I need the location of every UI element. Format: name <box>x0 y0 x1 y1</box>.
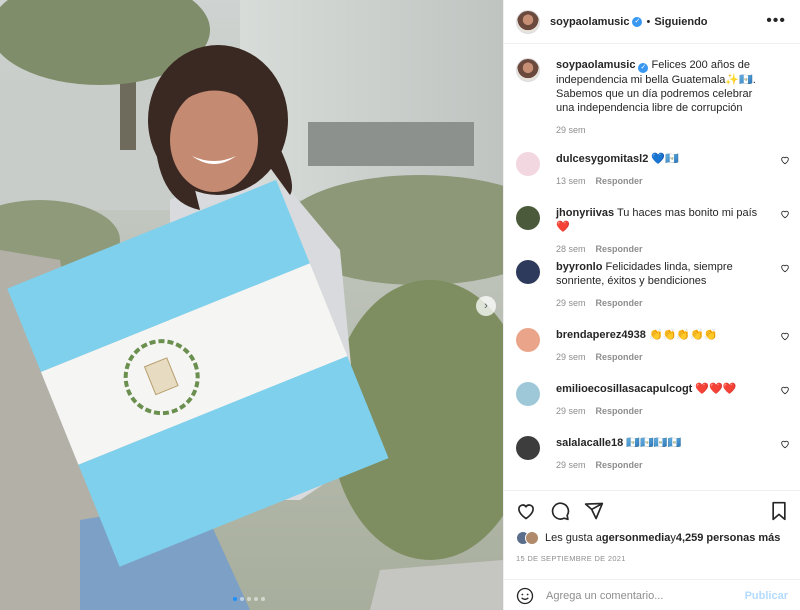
comment-time[interactable]: 29 sem <box>556 460 586 470</box>
comment-username[interactable]: byyronlo <box>556 261 602 273</box>
comment-time[interactable]: 29 sem <box>556 406 586 416</box>
comment-username[interactable]: brendaperez4938 <box>556 329 646 341</box>
comment-item: dulcesygomitasl2 💙🇬🇹 13 sem Responder <box>516 152 790 186</box>
comment-time[interactable]: 29 sem <box>556 298 586 308</box>
carousel-indicator <box>233 597 265 601</box>
caption-time[interactable]: 29 sem <box>556 125 586 135</box>
like-comment-heart-icon[interactable] <box>780 385 790 395</box>
carousel-dot <box>247 597 251 601</box>
comment-username[interactable]: salalacalle18 <box>556 437 623 449</box>
reply-button[interactable]: Responder <box>596 244 643 254</box>
reply-button[interactable]: Responder <box>596 176 643 186</box>
comment-username[interactable]: emilioecosillasacapulcogt <box>556 383 692 395</box>
like-comment-heart-icon[interactable] <box>780 331 790 341</box>
likes-prefix: Les gusta a <box>545 532 602 544</box>
like-comment-heart-icon[interactable] <box>780 263 790 273</box>
avatar[interactable] <box>516 9 540 34</box>
publish-button[interactable]: Publicar <box>745 590 788 602</box>
carousel-dot <box>233 597 237 601</box>
like-comment-heart-icon[interactable] <box>780 439 790 449</box>
comment-text: 🇬🇹🇬🇹🇬🇹🇬🇹 <box>626 437 682 449</box>
avatar[interactable] <box>516 436 540 460</box>
comment-time[interactable]: 13 sem <box>556 176 586 186</box>
avatar[interactable] <box>516 260 540 284</box>
comment-item: byyronlo Felicidades linda, siempre sonr… <box>516 260 790 308</box>
comment-item: salalacalle18 🇬🇹🇬🇹🇬🇹🇬🇹 29 sem Responder <box>516 436 790 470</box>
post-actions: Les gusta a gersonmedia y 4,259 personas… <box>504 490 800 610</box>
comment-username[interactable]: dulcesygomitasl2 <box>556 153 648 165</box>
separator-dot: • <box>646 15 651 28</box>
comment-time[interactable]: 29 sem <box>556 352 586 362</box>
comment-item: emilioecosillasacapulcogt ❤️❤️❤️ 29 sem R… <box>516 382 790 416</box>
reply-button[interactable]: Responder <box>596 352 643 362</box>
comment-input[interactable] <box>546 589 745 602</box>
carousel-dot <box>240 597 244 601</box>
comment-text: ❤️❤️❤️ <box>695 383 737 395</box>
like-comment-heart-icon[interactable] <box>780 209 790 219</box>
comment-text: 💙🇬🇹 <box>651 153 679 165</box>
verified-badge-icon: ✓ <box>638 63 649 73</box>
comment-time[interactable]: 28 sem <box>556 244 586 254</box>
comment-text: 👏👏👏👏👏 <box>648 329 718 341</box>
verified-badge-icon: ✓ <box>632 16 643 27</box>
carousel-dot <box>254 597 258 601</box>
share-paper-plane-icon[interactable] <box>584 501 604 521</box>
comments-list[interactable]: soypaolamusic ✓ Felices 200 años de indep… <box>504 58 800 490</box>
post-photo[interactable]: › <box>0 0 503 610</box>
author-username[interactable]: soypaolamusic <box>550 16 629 28</box>
reply-button[interactable]: Responder <box>596 298 643 308</box>
post-sidebar: soypaolamusic ✓ • Siguiendo ••• soypaola… <box>503 0 800 610</box>
likes-count[interactable]: 4,259 personas más <box>676 532 781 544</box>
reply-button[interactable]: Responder <box>596 460 643 470</box>
carousel-dot <box>261 597 265 601</box>
avatar[interactable] <box>516 328 540 352</box>
emoji-icon[interactable] <box>516 587 534 605</box>
avatar[interactable] <box>525 531 539 545</box>
add-comment-bar: Publicar <box>504 579 800 610</box>
comment-item: jhonyriivas Tu haces mas bonito mi país … <box>516 206 790 254</box>
more-options-icon[interactable]: ••• <box>766 12 786 30</box>
avatar[interactable] <box>516 58 540 82</box>
avatar[interactable] <box>516 206 540 230</box>
comment-bubble-icon[interactable] <box>550 501 570 521</box>
like-comment-heart-icon[interactable] <box>780 155 790 165</box>
chevron-right-icon: › <box>484 300 488 312</box>
comment-username[interactable]: jhonyriivas <box>556 207 614 219</box>
like-heart-icon[interactable] <box>516 501 536 521</box>
reply-button[interactable]: Responder <box>596 406 643 416</box>
likes-summary: Les gusta a gersonmedia y 4,259 personas… <box>516 531 780 545</box>
caption: soypaolamusic ✓ Felices 200 años de indep… <box>516 58 790 135</box>
save-bookmark-icon[interactable] <box>770 501 788 521</box>
follow-status-button[interactable]: Siguiendo <box>654 16 707 28</box>
post-header: soypaolamusic ✓ • Siguiendo ••• <box>504 0 800 44</box>
photo-illustration <box>0 0 503 610</box>
caption-username[interactable]: soypaolamusic <box>556 59 635 71</box>
post-date[interactable]: 15 DE SEPTIEMBRE DE 2021 <box>516 554 626 563</box>
next-photo-button[interactable]: › <box>476 296 496 316</box>
liker-username[interactable]: gersonmedia <box>602 532 670 544</box>
avatar[interactable] <box>516 382 540 406</box>
avatar[interactable] <box>516 152 540 176</box>
comment-item: brendaperez4938 👏👏👏👏👏 29 sem Responder <box>516 328 790 362</box>
